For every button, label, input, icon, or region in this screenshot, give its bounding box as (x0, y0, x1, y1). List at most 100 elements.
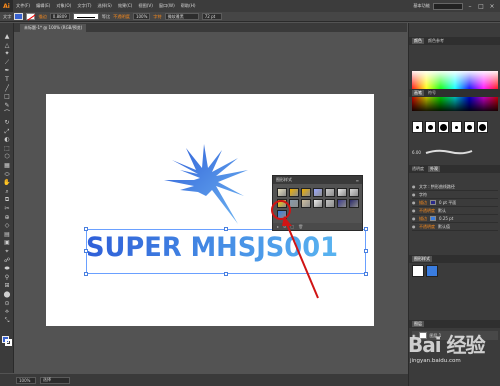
brush-swatch[interactable] (477, 121, 488, 133)
eye-icon[interactable]: ● (412, 184, 416, 189)
rectangle-tool-icon[interactable]: □ (3, 93, 11, 100)
menu-item[interactable]: 视图(V) (135, 3, 156, 9)
opacity-field[interactable]: 100% (132, 13, 151, 20)
close-icon[interactable]: × (488, 2, 496, 10)
tab-symbols[interactable]: 符号 (428, 90, 436, 96)
stroke-label[interactable]: 描边 (38, 14, 46, 20)
menu-item[interactable]: 对象(O) (53, 3, 74, 9)
measure-icon[interactable]: ⚲ (3, 274, 11, 281)
type-tool-icon[interactable]: T (3, 76, 11, 83)
selection-handle[interactable] (224, 272, 228, 276)
maximize-icon[interactable]: □ (477, 2, 485, 10)
mesh-tool-icon[interactable]: ⬭ (3, 171, 11, 178)
width-tool-icon[interactable]: ◐ (3, 136, 11, 143)
shape-builder-icon[interactable]: ⬡ (3, 153, 11, 160)
stroke-weight-field[interactable]: 0.8809 (49, 13, 70, 20)
appearance-row[interactable]: ● 描边 0.25 pt (412, 215, 498, 223)
minimize-icon[interactable]: – (466, 2, 474, 10)
graphic-style-swatch[interactable] (277, 188, 287, 197)
tab-color[interactable]: 颜色 (412, 38, 424, 44)
title-text-art[interactable]: SUPER MHSJS001 (84, 226, 374, 266)
pen-tool-icon[interactable]: ✒ (3, 67, 11, 74)
style-swatch[interactable] (412, 265, 424, 277)
blob-brush-icon[interactable]: ⬤ (3, 291, 11, 298)
rotate-tool-icon[interactable]: ↻ (3, 119, 11, 126)
document-tab[interactable]: 未标题-1* @ 100% (RGB/预览) (20, 24, 87, 32)
hand-tool-icon[interactable]: ✋ (3, 179, 11, 186)
tab-appearance[interactable]: 外观 (428, 166, 440, 172)
menu-item[interactable]: 帮助(H) (178, 3, 199, 9)
brush-swatch[interactable] (425, 121, 436, 133)
tab-transparency[interactable]: 透明度 (412, 166, 424, 172)
font-field[interactable]: 微软雅黑 (164, 13, 199, 20)
selection-handle[interactable] (364, 272, 368, 276)
menu-item[interactable]: 选择(S) (95, 3, 115, 9)
tab-graphic-styles[interactable]: 图形样式 (412, 256, 432, 262)
eye-icon[interactable]: ● (412, 192, 416, 197)
tab-brushes[interactable]: 画笔 (412, 90, 424, 96)
fill-swatch[interactable] (14, 13, 24, 20)
appearance-row[interactable]: ● 不透明度 默认 (412, 207, 498, 215)
appearance-row[interactable]: ● 不透明度 默认值 (412, 223, 498, 231)
stroke-profile[interactable] (72, 13, 99, 20)
library-menu-icon[interactable]: ▸ (277, 224, 279, 229)
scale-tool-icon[interactable]: ⤢ (3, 128, 11, 135)
scissors-icon[interactable]: ✂ (3, 205, 11, 212)
workspace-switcher[interactable]: 基本功能 (413, 3, 430, 9)
graphic-styles-header[interactable]: 图形样式 ≡ (273, 176, 362, 184)
appearance-row[interactable]: ● 文字 : 拱形曲线路径 (412, 183, 498, 191)
graphic-style-swatch[interactable] (337, 199, 347, 208)
symbol-sprayer-icon[interactable]: ⌖ (3, 248, 11, 255)
perspective-grid-icon[interactable]: ▦ (3, 162, 11, 169)
menu-item[interactable]: 效果(C) (115, 3, 136, 9)
brush-swatch[interactable] (451, 121, 462, 133)
zoom-field[interactable]: 100% (16, 376, 36, 384)
tab-color-guide[interactable]: 颜色参考 (428, 38, 444, 44)
opacity-label[interactable]: 不透明度 (113, 14, 130, 20)
stroke-style[interactable]: 等比 (102, 14, 110, 20)
line-tool-icon[interactable]: ╱ (3, 85, 11, 92)
gradient-tool-icon[interactable]: ⊞ (3, 282, 11, 289)
brush-tool-icon[interactable]: ⌒ (3, 110, 11, 117)
appearance-swatch[interactable] (430, 200, 436, 205)
lasso-icon[interactable]: ⟋ (3, 59, 11, 66)
menu-item[interactable]: 窗口(W) (156, 3, 178, 9)
stroke-icon[interactable] (5, 339, 12, 346)
menu-item[interactable]: 文件(F) (13, 3, 33, 9)
character-label[interactable]: 字符 (153, 14, 161, 20)
column-graph-icon[interactable]: ☍ (3, 257, 11, 264)
search-input[interactable] (433, 2, 463, 10)
graphic-style-swatch[interactable] (325, 199, 335, 208)
style-swatch[interactable] (426, 265, 438, 277)
graphic-style-swatch[interactable] (289, 188, 299, 197)
selection-handle[interactable] (84, 272, 88, 276)
status-field[interactable]: 选择 (40, 376, 70, 384)
brush-swatch[interactable] (438, 121, 449, 133)
graphic-style-swatch[interactable] (325, 188, 335, 197)
graphic-style-swatch[interactable] (301, 199, 311, 208)
graph-tool-icon[interactable]: ▤ (3, 231, 11, 238)
graphic-style-swatch[interactable] (337, 188, 347, 197)
selection-tool-icon[interactable]: ▲ (3, 33, 11, 40)
free-transform-icon[interactable]: ⬚ (3, 145, 11, 152)
shaper-icon[interactable]: ⟡ (3, 308, 11, 315)
menu-item[interactable]: 文字(T) (74, 3, 94, 9)
pencil-tool-icon[interactable]: ✎ (3, 102, 11, 109)
appearance-row[interactable]: ● 描边 0 pt 平面 (412, 199, 498, 207)
stroke-swatch[interactable] (26, 13, 36, 20)
gradient-icon[interactable]: ⊙ (3, 300, 11, 307)
graphic-style-swatch[interactable] (349, 188, 359, 197)
graphic-style-swatch[interactable] (349, 199, 359, 208)
eraser-icon[interactable]: ⬬ (3, 265, 11, 272)
panel-menu-icon[interactable]: ≡ (356, 178, 362, 183)
brush-swatch[interactable] (412, 121, 423, 133)
slice-tool-icon[interactable]: ▣ (3, 239, 11, 246)
fill-stroke-indicator[interactable] (2, 336, 12, 346)
eye-icon[interactable]: ● (412, 208, 416, 213)
direct-select-tool-icon[interactable]: △ (3, 42, 11, 49)
menu-item[interactable]: 编辑(E) (33, 3, 53, 9)
graphic-style-swatch[interactable] (301, 188, 311, 197)
warp-tool-icon[interactable]: ⤡ (3, 317, 11, 324)
eyedropper-icon[interactable]: ◇ (3, 222, 11, 229)
eye-icon[interactable]: ● (412, 216, 416, 221)
